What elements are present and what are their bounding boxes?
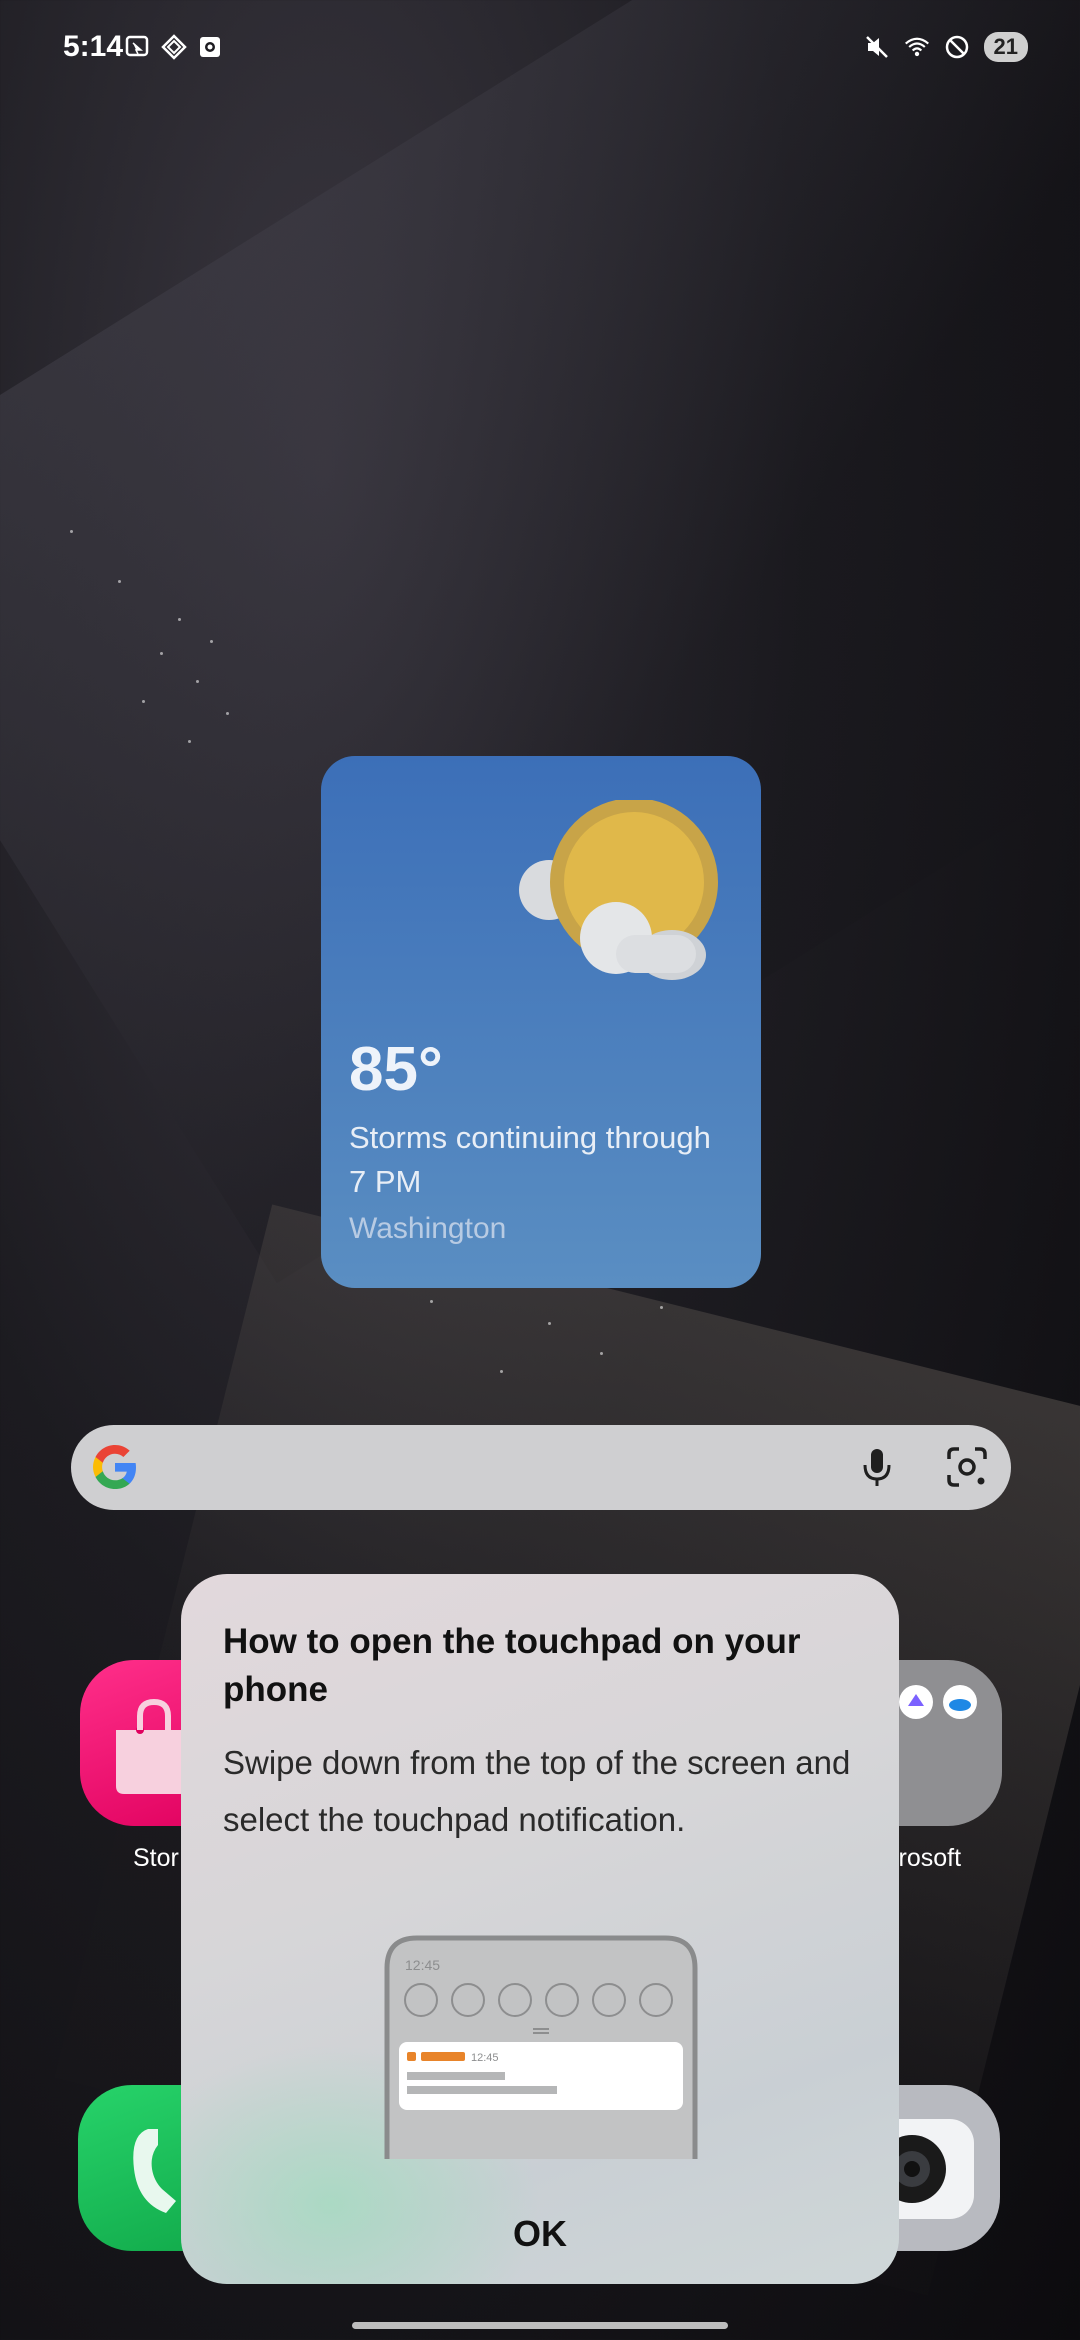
partly-sunny-icon (519, 800, 718, 980)
google-lens-icon[interactable] (945, 1445, 989, 1489)
weather-location: Washington (349, 1212, 507, 1245)
dialog-title: How to open the touchpad on your phone (223, 1622, 801, 1709)
wifi-icon (904, 34, 930, 60)
touchpad-help-dialog: How to open the touchpad on your phone S… (181, 1574, 899, 2284)
ok-button[interactable]: OK (181, 2194, 899, 2274)
gesture-navigation-bar[interactable] (352, 2322, 728, 2329)
system-icons: 21 (864, 32, 1028, 62)
weather-condition: Storms continuing through 7 PM (349, 1120, 711, 1199)
illustration-clock: 12:45 (405, 1957, 440, 1973)
illustration-notification-time: 12:45 (471, 2052, 499, 2064)
status-time: 5:14 (63, 30, 124, 63)
google-search-bar[interactable] (71, 1425, 1011, 1510)
store-app-label: Stor (133, 1844, 179, 1872)
do-not-disturb-icon (944, 34, 970, 60)
dialog-message: Swipe down from the top of the screen an… (223, 1744, 851, 1838)
status-bar: 5:14 21 (0, 0, 1080, 100)
weather-widget[interactable]: 85° Storms continuing through 7 PM Washi… (321, 756, 761, 1288)
microphone-icon[interactable] (855, 1445, 899, 1489)
google-logo-icon (93, 1445, 136, 1489)
notification-icons (125, 34, 223, 60)
screen-cast-icon (125, 34, 151, 60)
touchpad-notification-illustration: 12:45 12:45 (384, 1935, 698, 2159)
temperature: 85° (349, 1035, 443, 1104)
screen-record-icon (197, 34, 223, 60)
app-notification-icon (161, 34, 187, 60)
mute-icon (864, 34, 890, 60)
battery-indicator: 21 (983, 32, 1028, 62)
